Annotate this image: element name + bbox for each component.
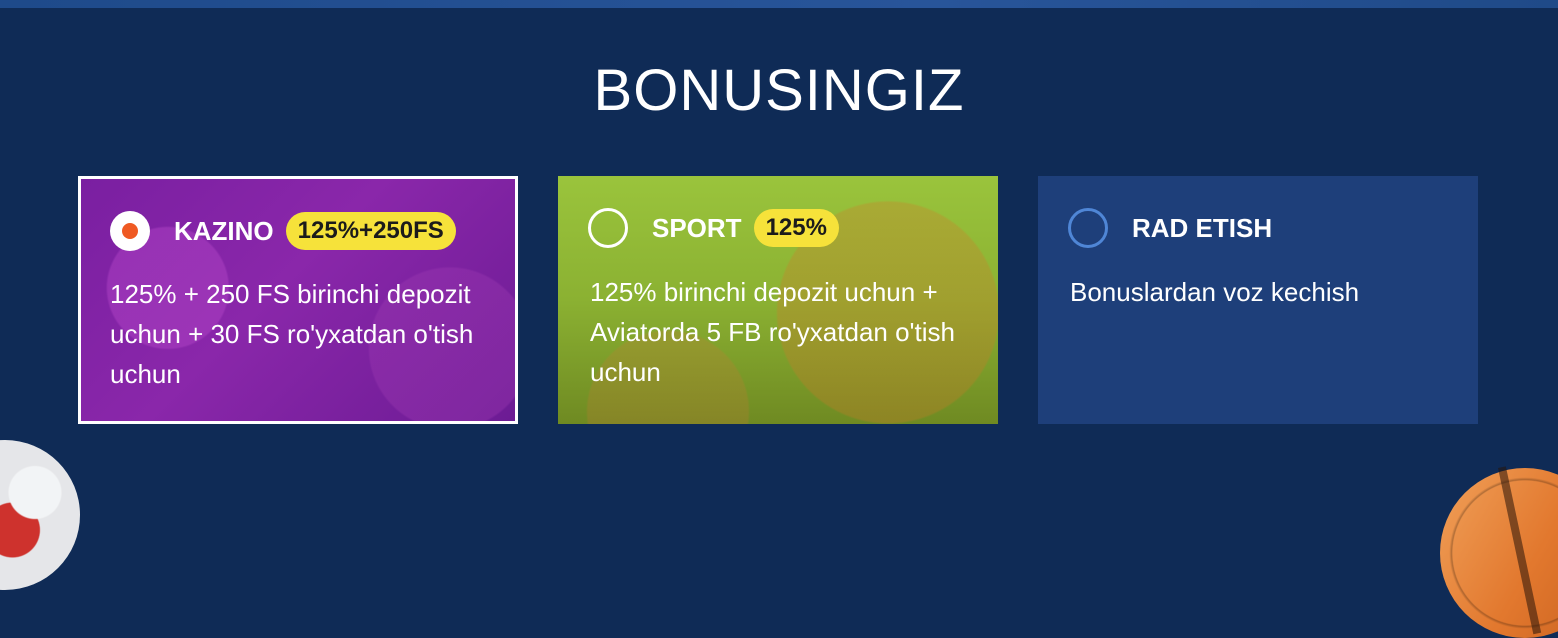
card-header: SPORT 125% bbox=[588, 206, 839, 250]
bonus-option-decline[interactable]: RAD ETISH Bonuslardan voz kechish bbox=[1038, 176, 1478, 424]
bonus-option-label: KAZINO bbox=[174, 216, 274, 246]
top-strip bbox=[0, 0, 1558, 8]
radio-button[interactable] bbox=[588, 208, 628, 248]
bonus-option-label: SPORT bbox=[652, 213, 742, 243]
section-title: BONUSINGIZ bbox=[593, 58, 965, 123]
card-header: KAZINO 125%+250FS bbox=[110, 209, 456, 253]
bonus-option-casino[interactable]: KAZINO 125%+250FS 125% + 250 FS birinchi… bbox=[78, 176, 518, 424]
radio-dot-icon bbox=[122, 223, 138, 239]
bonus-badge: 125%+250FS bbox=[285, 212, 456, 250]
radio-button[interactable] bbox=[1068, 208, 1108, 248]
bonus-option-label: RAD ETISH bbox=[1132, 213, 1273, 243]
decorative-ball-left bbox=[0, 440, 80, 590]
card-header: RAD ETISH bbox=[1068, 206, 1272, 250]
bonus-option-sport[interactable]: SPORT 125% 125% birinchi depozit uchun +… bbox=[558, 176, 998, 424]
radio-button-selected[interactable] bbox=[110, 211, 150, 251]
bonus-option-description: 125% + 250 FS birinchi depozit uchun + 3… bbox=[110, 279, 474, 389]
bonus-badge: 125% bbox=[753, 209, 839, 247]
bonus-option-description: 125% birinchi depozit uchun + Aviatorda … bbox=[590, 277, 955, 387]
bonus-option-description: Bonuslardan voz kechish bbox=[1070, 277, 1360, 307]
decorative-basketball-right bbox=[1440, 468, 1558, 638]
